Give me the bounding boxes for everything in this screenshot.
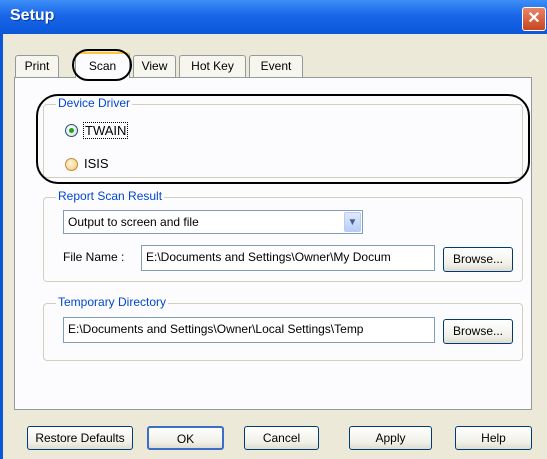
output-mode-value: Output to screen and file — [68, 215, 199, 229]
help-button[interactable]: Help — [455, 426, 532, 450]
output-mode-select[interactable]: Output to screen and file — [63, 210, 363, 234]
chevron-down-icon[interactable]: ▼ — [344, 212, 361, 232]
cancel-button[interactable]: Cancel — [244, 426, 319, 450]
close-button[interactable]: ✕ — [522, 7, 546, 31]
tab-event[interactable]: Event — [249, 55, 303, 77]
temp-dir-browse-button[interactable]: Browse... — [443, 319, 513, 344]
title-bar — [0, 0, 547, 34]
tab-view[interactable]: View — [133, 55, 176, 77]
report-browse-button[interactable]: Browse... — [443, 247, 513, 272]
temp-dir-field[interactable]: E:\Documents and Settings\Owner\Local Se… — [63, 317, 435, 343]
temporary-directory-legend: Temporary Directory — [56, 295, 169, 309]
apply-button[interactable]: Apply — [349, 426, 432, 450]
scan-tab-highlight-oval — [72, 49, 132, 81]
restore-defaults-button[interactable]: Restore Defaults — [27, 426, 133, 450]
file-name-field[interactable]: E:\Documents and Settings\Owner\My Docum — [141, 245, 435, 271]
report-scan-result-legend: Report Scan Result — [56, 189, 165, 203]
file-name-label: File Name : — [63, 250, 125, 264]
tab-print[interactable]: Print — [15, 55, 59, 77]
tab-hot-key[interactable]: Hot Key — [179, 55, 246, 77]
ok-button[interactable]: OK — [147, 426, 224, 450]
close-icon: ✕ — [527, 10, 541, 27]
window-title: Setup — [10, 7, 55, 24]
device-driver-highlight-oval — [36, 94, 530, 184]
